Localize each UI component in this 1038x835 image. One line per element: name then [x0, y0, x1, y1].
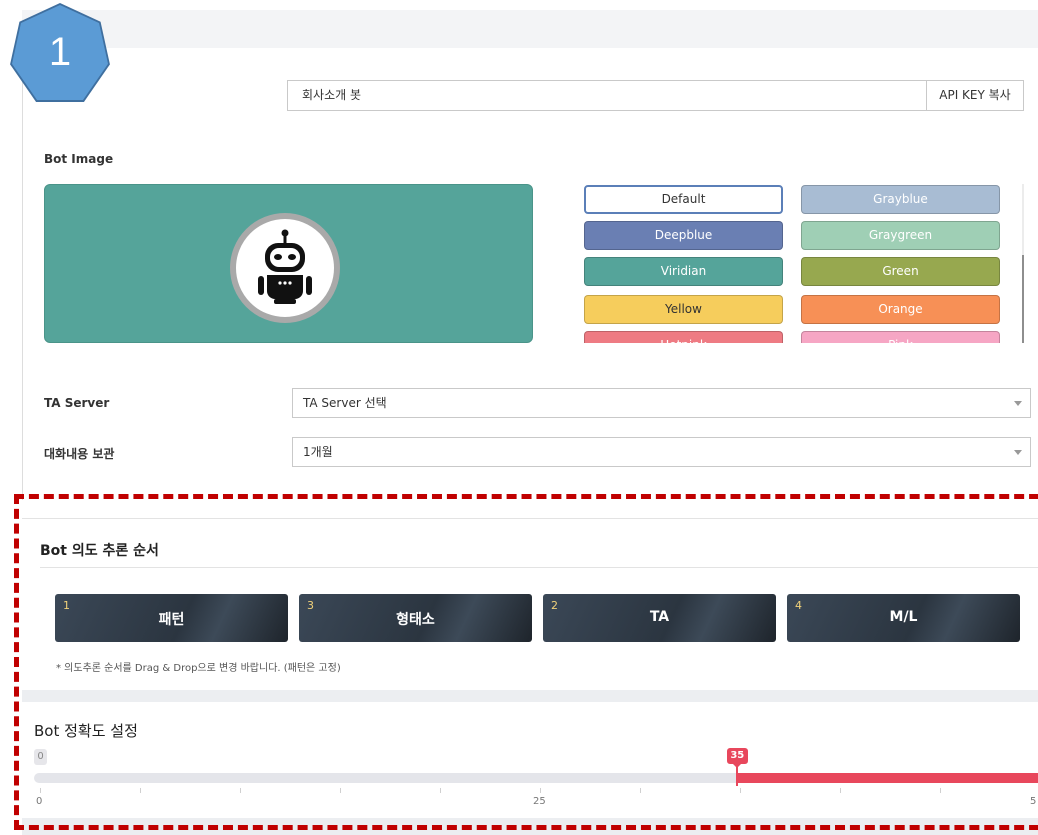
bot-avatar-circle — [230, 213, 340, 323]
retention-value: 1개월 — [303, 445, 333, 459]
color-swatch-default[interactable]: Default — [584, 185, 783, 214]
color-swatch-hotpink[interactable]: Hotpink — [584, 331, 783, 343]
chevron-down-icon — [1014, 450, 1022, 455]
left-divider — [22, 48, 23, 500]
color-swatch-deepblue[interactable]: Deepblue — [584, 221, 783, 250]
palette-scrollbar-thumb[interactable] — [1022, 255, 1024, 343]
retention-select[interactable]: 1개월 — [292, 437, 1031, 467]
chevron-down-icon — [1014, 401, 1022, 406]
color-swatch-green[interactable]: Green — [801, 257, 1000, 286]
ta-server-select[interactable]: TA Server 선택 — [292, 388, 1031, 418]
highlight-frame — [14, 494, 1038, 830]
robot-icon — [258, 229, 312, 304]
step-marker-number: 1 — [48, 30, 72, 74]
color-swatch-grayblue[interactable]: Grayblue — [801, 185, 1000, 214]
ta-server-value: TA Server 선택 — [303, 396, 387, 410]
ta-server-label: TA Server — [44, 396, 110, 410]
bot-name-input[interactable]: 회사소개 봇 — [287, 80, 927, 111]
color-swatch-orange[interactable]: Orange — [801, 295, 1000, 324]
copy-api-key-button[interactable]: API KEY 복사 — [926, 80, 1024, 111]
color-swatch-pink[interactable]: Pink — [801, 331, 1000, 343]
color-palette: Default Grayblue Deepblue Graygreen Viri… — [578, 183, 1016, 343]
color-swatch-yellow[interactable]: Yellow — [584, 295, 783, 324]
color-swatch-graygreen[interactable]: Graygreen — [801, 221, 1000, 250]
header-bar — [22, 10, 1038, 48]
bot-image-label: Bot Image — [44, 152, 114, 166]
retention-label: 대화내용 보관 — [44, 447, 115, 461]
color-swatch-viridian[interactable]: Viridian — [584, 257, 783, 286]
